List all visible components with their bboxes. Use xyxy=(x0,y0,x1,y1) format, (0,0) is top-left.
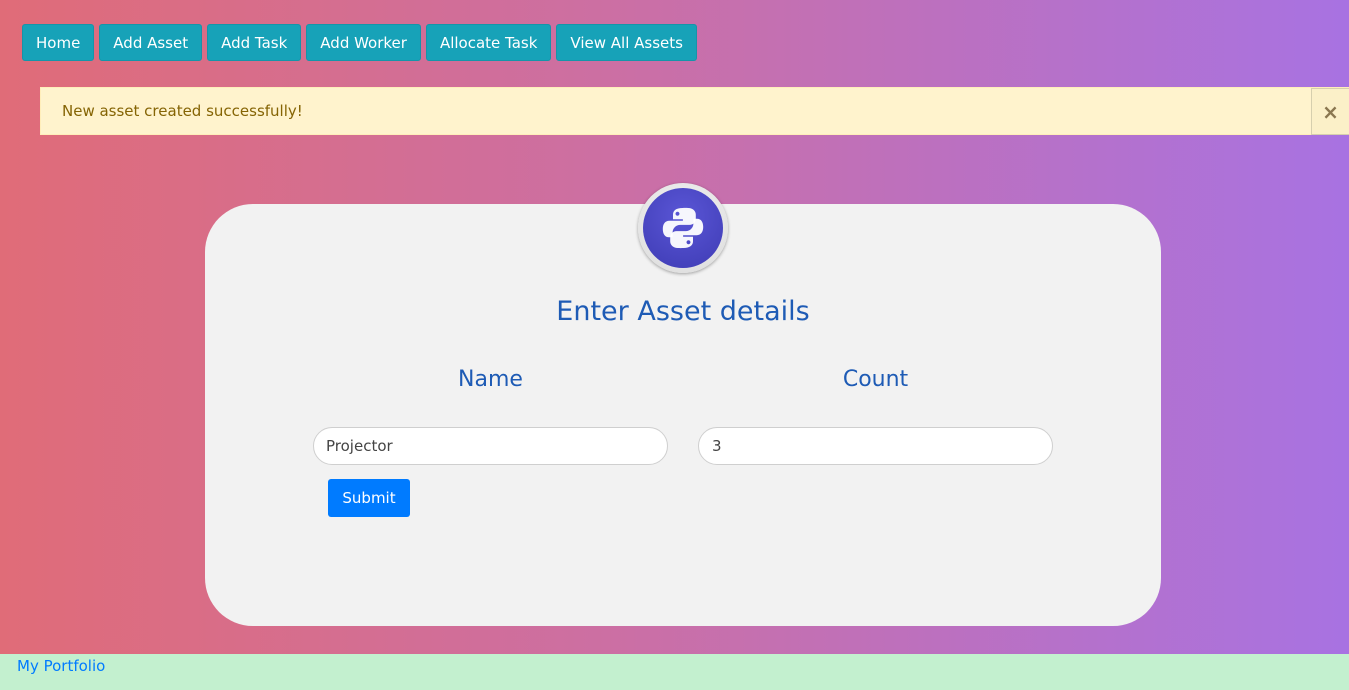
top-nav: Home Add Asset Add Task Add Worker Alloc… xyxy=(22,24,697,61)
python-logo-badge xyxy=(643,188,723,268)
nav-add-asset-button[interactable]: Add Asset xyxy=(99,24,203,61)
alert-message: New asset created successfully! xyxy=(62,102,303,120)
nav-add-task-button[interactable]: Add Task xyxy=(207,24,302,61)
python-logo-icon xyxy=(638,183,728,273)
nav-view-all-assets-button[interactable]: View All Assets xyxy=(556,24,697,61)
name-label: Name xyxy=(458,367,523,392)
nav-add-worker-button[interactable]: Add Worker xyxy=(306,24,421,61)
submit-button[interactable]: Submit xyxy=(328,479,410,517)
footer: My Portfolio xyxy=(0,654,1349,690)
python-snakes-icon xyxy=(662,207,704,249)
nav-home-button[interactable]: Home xyxy=(22,24,95,61)
close-icon[interactable]: × xyxy=(1311,88,1349,135)
form-title: Enter Asset details xyxy=(556,296,810,327)
my-portfolio-link[interactable]: My Portfolio xyxy=(17,657,105,675)
count-input[interactable] xyxy=(698,427,1053,465)
name-input[interactable] xyxy=(313,427,668,465)
nav-allocate-task-button[interactable]: Allocate Task xyxy=(425,24,552,61)
count-label: Count xyxy=(842,367,909,392)
success-alert: New asset created successfully! × xyxy=(40,87,1349,135)
